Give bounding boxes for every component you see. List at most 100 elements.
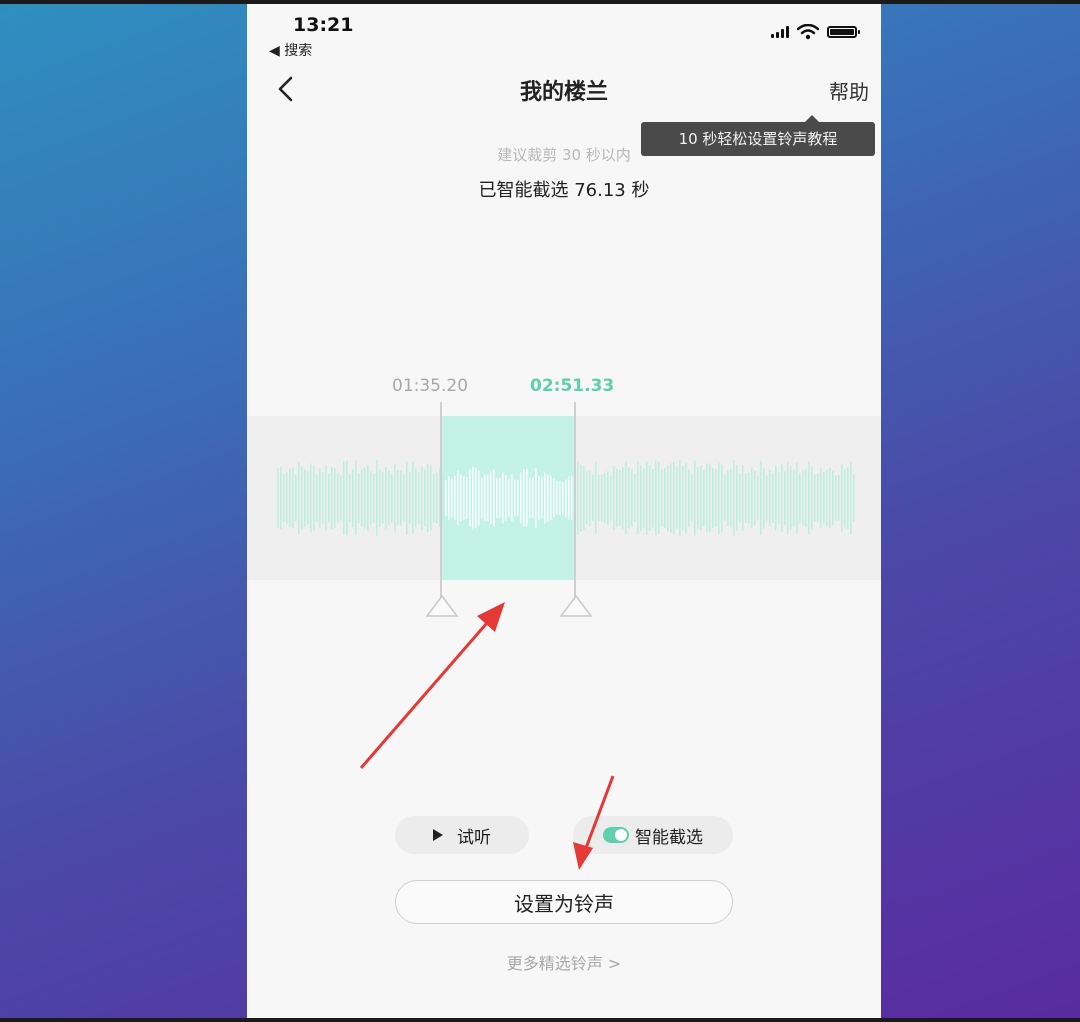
waveform-bar (571, 476, 573, 520)
waveform-bar (655, 460, 657, 536)
help-tooltip[interactable]: 10 秒轻松设置铃声教程 (641, 115, 875, 156)
waveform-bar (556, 481, 558, 515)
waveform-bar (388, 470, 390, 526)
waveform-bar (355, 460, 357, 536)
waveform-bar (466, 477, 468, 519)
waveform-bar (514, 479, 516, 517)
page-title: 我的楼兰 (519, 80, 608, 105)
waveform[interactable] (247, 416, 881, 580)
selection-end-time: 02:51.33 (530, 376, 615, 396)
waveform-bar (397, 470, 399, 526)
waveform-bar (442, 474, 444, 522)
end-handle-line[interactable] (574, 402, 576, 598)
waveform-bar (337, 473, 339, 523)
waveform-bar (523, 469, 525, 527)
more-ringtones-link[interactable]: 更多精选铃声 > (247, 950, 881, 974)
waveform-bar (676, 467, 678, 529)
waveform-bar (352, 468, 354, 528)
waveform-bar (664, 468, 666, 528)
waveform-bar (481, 478, 483, 518)
waveform-bar (331, 467, 333, 529)
set-ringtone-button[interactable]: 设置为铃声 (395, 880, 733, 924)
waveform-bar (619, 469, 621, 527)
waveform-bar (316, 474, 318, 522)
waveform-bar (727, 470, 729, 526)
waveform-bar (748, 472, 750, 524)
waveform-bar (850, 461, 852, 535)
waveform-bar (472, 466, 474, 530)
waveform-bar (478, 470, 480, 526)
toggle-on-icon[interactable] (603, 827, 629, 843)
start-handle-line[interactable] (440, 402, 442, 598)
preview-button[interactable]: 试听 (395, 816, 529, 854)
status-back-to-app[interactable]: ◀ 搜索 (269, 40, 312, 60)
smart-select-label: 智能截选 (635, 827, 703, 848)
waveform-bar (283, 474, 285, 522)
waveform-bar (361, 469, 363, 527)
waveform-bar (661, 469, 663, 527)
waveform-bar (370, 471, 372, 525)
waveform-bar (787, 461, 789, 535)
waveform-bar (823, 471, 825, 525)
waveform-bar (385, 467, 387, 529)
waveform-bar (421, 466, 423, 530)
waveform-bar (790, 466, 792, 530)
waveform-bar (739, 473, 741, 523)
waveform-bar (367, 465, 369, 531)
waveform-bar (496, 477, 498, 519)
waveform-bar (412, 461, 414, 535)
waveform-bar (511, 474, 513, 522)
waveform-bar (730, 468, 732, 528)
start-handle[interactable] (425, 594, 459, 618)
help-button[interactable]: 帮助 (829, 76, 869, 105)
waveform-bar (313, 465, 315, 531)
waveform-bar (298, 461, 300, 535)
waveform-bar (847, 467, 849, 529)
waveform-bar (796, 462, 798, 534)
waveform-bar (775, 465, 777, 531)
phone-screen: 13:21 ◀ 搜索 我的楼兰 帮助 建议裁剪 30 秒以内 10 秒轻松设置铃… (247, 4, 881, 1022)
waveform-bar (808, 461, 810, 535)
status-time: 13:21 (293, 14, 354, 36)
waveform-bar (625, 461, 627, 535)
waveform-bar (757, 475, 759, 521)
waveform-bar (349, 474, 351, 522)
waveform-bar (535, 468, 537, 528)
waveform-bar (802, 470, 804, 526)
waveform-bar (781, 464, 783, 532)
waveform-bar (334, 468, 336, 528)
waveform-bar (541, 477, 543, 519)
end-handle[interactable] (559, 594, 593, 618)
waveform-bar (403, 474, 405, 522)
smart-select-toggle[interactable]: 智能截选 (573, 816, 733, 854)
waveform-bar (364, 467, 366, 529)
waveform-bar (649, 465, 651, 531)
waveform-bar (406, 461, 408, 535)
waveform-bar (469, 469, 471, 527)
waveform-bar (418, 472, 420, 524)
waveform-bar (763, 467, 765, 529)
waveform-bar (436, 472, 438, 524)
waveform-bar (493, 469, 495, 527)
waveform-bar (538, 476, 540, 520)
waveform-bar (691, 474, 693, 522)
waveform-bar (826, 469, 828, 527)
waveform-bar (325, 465, 327, 531)
waveform-bar (697, 467, 699, 529)
waveform-bar (430, 465, 432, 531)
wifi-icon (797, 24, 819, 40)
waveform-bar (382, 472, 384, 524)
waveform-bar (460, 474, 462, 522)
waveform-bar (718, 461, 720, 535)
waveform-bar (685, 462, 687, 534)
signal-icon (771, 26, 789, 38)
waveform-bar (616, 468, 618, 528)
waveform-bar (814, 474, 816, 522)
waveform-bar (742, 465, 744, 531)
waveform-bar (694, 460, 696, 536)
waveform-bar (832, 470, 834, 526)
waveform-bar (715, 468, 717, 528)
waveform-bar (778, 472, 780, 524)
waveform-bar (532, 478, 534, 518)
waveform-bar (679, 460, 681, 536)
